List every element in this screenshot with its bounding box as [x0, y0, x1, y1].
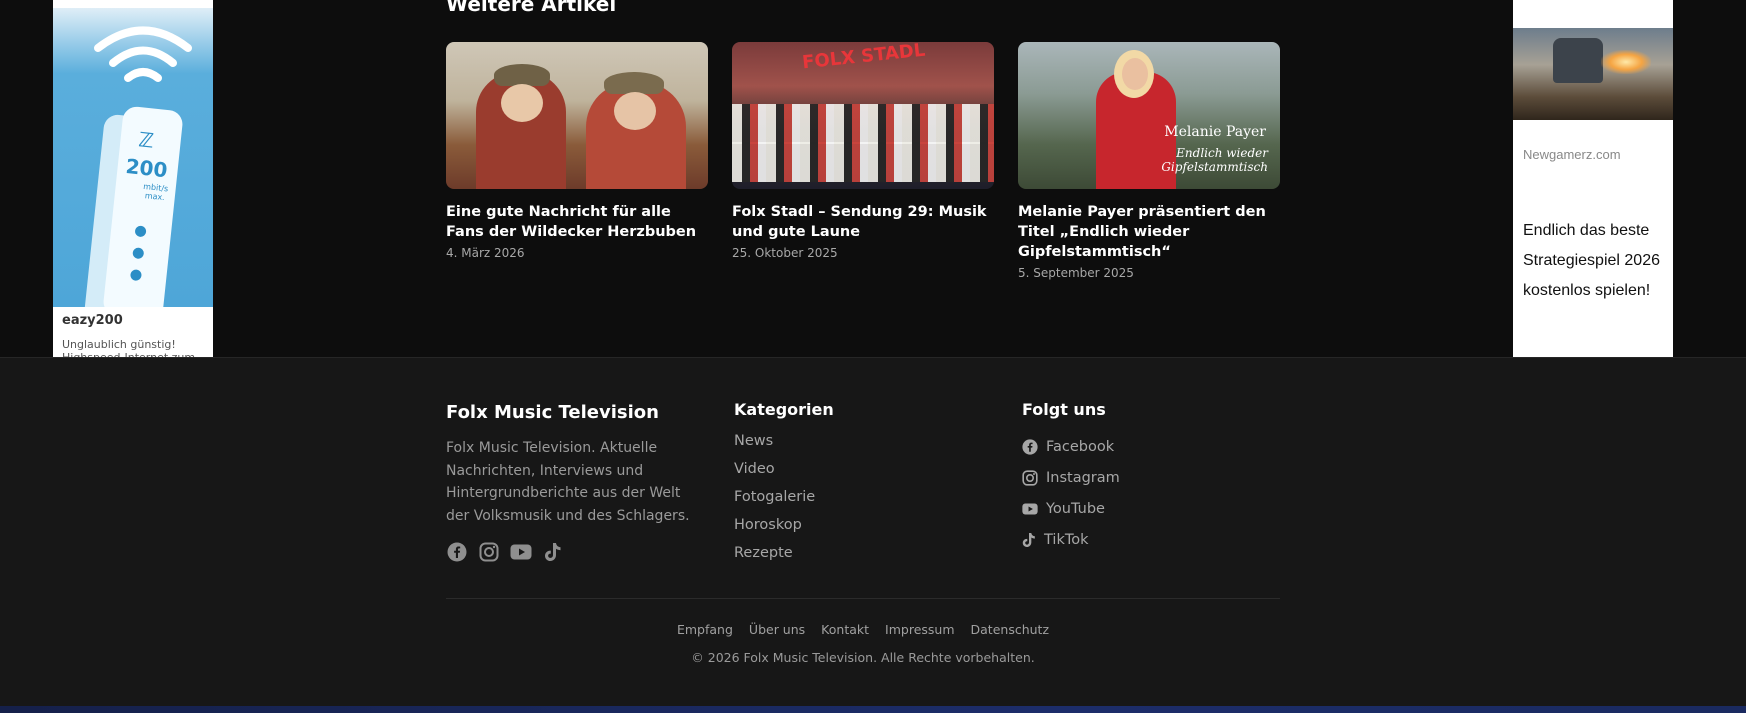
router-illustration: ℤ 200 mbit/s max.: [102, 105, 184, 307]
article-date: 4. März 2026: [446, 246, 525, 260]
ad-left[interactable]: ℤ 200 mbit/s max. eazy200 Unglaublich gü…: [53, 0, 213, 357]
article-title[interactable]: Folx Stadl – Sendung 29: Musik und gute …: [732, 202, 994, 242]
follow-list: Facebook Instagram YouTube TikTok: [1022, 431, 1272, 555]
article-card[interactable]: FOLX STADL Folx Stadl – Sendung 29: Musi…: [732, 42, 994, 260]
footer-divider: [446, 598, 1280, 599]
image-caption-title: Endlich wieder Gipfelstammtisch: [1161, 146, 1268, 174]
article-date: 5. September 2025: [1018, 266, 1134, 280]
article-image[interactable]: FOLX STADL: [732, 42, 994, 189]
instagram-icon[interactable]: [478, 541, 500, 563]
folx-stadl-logo: FOLX STADL: [801, 42, 927, 74]
instagram-icon: [1022, 469, 1038, 486]
ad-left-title[interactable]: eazy200: [62, 313, 123, 328]
footer-brand[interactable]: Folx Music Television: [446, 402, 696, 423]
ad-left-text[interactable]: Unglaublich günstig! Highspeed-Internet …: [62, 338, 207, 357]
wifi-icon: [94, 26, 192, 82]
article-card[interactable]: Eine gute Nachricht für alle Fans der Wi…: [446, 42, 708, 260]
bottom-banner-edge: [0, 706, 1746, 713]
follow-link-tiktok[interactable]: TikTok: [1022, 524, 1272, 555]
tiktok-icon[interactable]: [542, 541, 564, 563]
article-date: 25. Oktober 2025: [732, 246, 838, 260]
footer-link-empfang[interactable]: Empfang: [677, 622, 733, 637]
ad-right[interactable]: Newgamerz.com Endlich das beste Strategi…: [1513, 0, 1673, 357]
article-title[interactable]: Melanie Payer präsentiert den Titel „End…: [1018, 202, 1280, 262]
footer-about: Folx Music Television Folx Music Televis…: [446, 402, 696, 563]
router-unit: mbit/s max.: [142, 181, 169, 203]
footer-description: Folx Music Television. Aktuelle Nachrich…: [446, 440, 690, 524]
follow-label: Instagram: [1046, 469, 1120, 486]
categories-heading: Kategorien: [734, 400, 834, 419]
follow-link-facebook[interactable]: Facebook: [1022, 431, 1272, 462]
copyright: © 2026 Folx Music Television. Alle Recht…: [691, 650, 1035, 665]
site-footer: Folx Music Television Folx Music Televis…: [0, 357, 1746, 706]
footer-categories: Kategorien News Video Fotogalerie Horosk…: [734, 400, 984, 571]
ad-left-image[interactable]: ℤ 200 mbit/s max.: [53, 8, 213, 307]
tiktok-icon: [1022, 532, 1036, 548]
youtube-icon: [1022, 503, 1038, 515]
category-link-rezepte[interactable]: Rezepte: [734, 543, 984, 571]
article-image[interactable]: [446, 42, 708, 189]
follow-link-youtube[interactable]: YouTube: [1022, 493, 1272, 524]
follow-label: YouTube: [1046, 500, 1105, 517]
footer-link-kontakt[interactable]: Kontakt: [821, 622, 869, 637]
footer-link-datenschutz[interactable]: Datenschutz: [971, 622, 1050, 637]
main-content: ℤ 200 mbit/s max. eazy200 Unglaublich gü…: [0, 0, 1746, 357]
follow-link-instagram[interactable]: Instagram: [1022, 462, 1272, 493]
article-title[interactable]: Eine gute Nachricht für alle Fans der Wi…: [446, 202, 708, 242]
footer-follow: Folgt uns Facebook Instagram YouTube Tik…: [1022, 400, 1272, 555]
category-link-horoskop[interactable]: Horoskop: [734, 515, 984, 543]
footer-link-ueber-uns[interactable]: Über uns: [749, 622, 805, 637]
article-grid: Eine gute Nachricht für alle Fans der Wi…: [446, 42, 1280, 280]
ad-right-text[interactable]: Endlich das beste Strategiespiel 2026 ko…: [1523, 216, 1668, 306]
follow-label: TikTok: [1044, 531, 1089, 548]
categories-list: News Video Fotogalerie Horoskop Rezepte: [734, 431, 984, 571]
footer-link-impressum[interactable]: Impressum: [885, 622, 954, 637]
article-card[interactable]: Melanie Payer Endlich wieder Gipfelstamm…: [1018, 42, 1280, 280]
section-title: Weitere Artikel: [446, 0, 617, 16]
image-caption-name: Melanie Payer: [1164, 124, 1266, 140]
footer-social-icons: [446, 541, 696, 563]
router-speed: 200: [124, 154, 169, 183]
category-link-news[interactable]: News: [734, 431, 984, 459]
facebook-icon[interactable]: [446, 541, 468, 563]
category-link-video[interactable]: Video: [734, 459, 984, 487]
category-link-fotogalerie[interactable]: Fotogalerie: [734, 487, 984, 515]
follow-label: Facebook: [1046, 438, 1115, 455]
follow-heading: Folgt uns: [1022, 400, 1106, 419]
youtube-icon[interactable]: [510, 541, 532, 563]
facebook-icon: [1022, 438, 1038, 455]
article-image[interactable]: Melanie Payer Endlich wieder Gipfelstamm…: [1018, 42, 1280, 189]
ad-right-image[interactable]: [1513, 28, 1673, 120]
ad-right-source[interactable]: Newgamerz.com: [1523, 147, 1621, 162]
footer-bottom-links: Empfang Über uns Kontakt Impressum Daten…: [446, 622, 1280, 637]
